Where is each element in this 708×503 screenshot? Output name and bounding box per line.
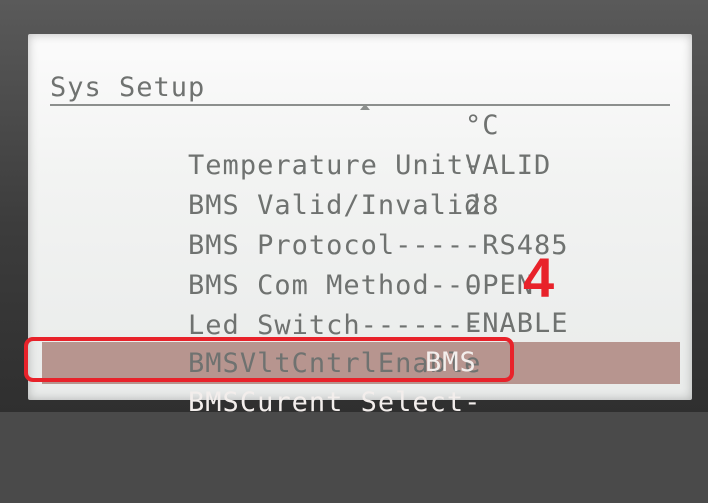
menu-item-value: VALID	[465, 150, 552, 181]
menu-item-bms-protocol[interactable]: BMS Protocol----- 28	[50, 186, 680, 261]
menu-item-value: °C	[465, 110, 500, 141]
menu-item-led-switch[interactable]: Led Switch------- OPEN	[50, 266, 680, 341]
menu-item-label: BMSCurent Select-	[188, 387, 482, 418]
menu-item-bms-com-method[interactable]: BMS Com Method--- RS485	[50, 226, 680, 301]
menu-item-bms-valid-invalid[interactable]: BMS Valid/Invalid VALID	[50, 146, 680, 221]
menu-item-temperature-unit[interactable]: Temperature Unit- °C	[50, 106, 680, 181]
device-frame: Sys Setup Temperature Unit- °C BMS Valid…	[0, 0, 708, 418]
menu-item-value: 28	[465, 190, 500, 221]
menu-title: Sys Setup	[50, 68, 670, 106]
annotation-highlight-box	[24, 337, 514, 382]
annotation-step-number: 4	[523, 246, 555, 309]
